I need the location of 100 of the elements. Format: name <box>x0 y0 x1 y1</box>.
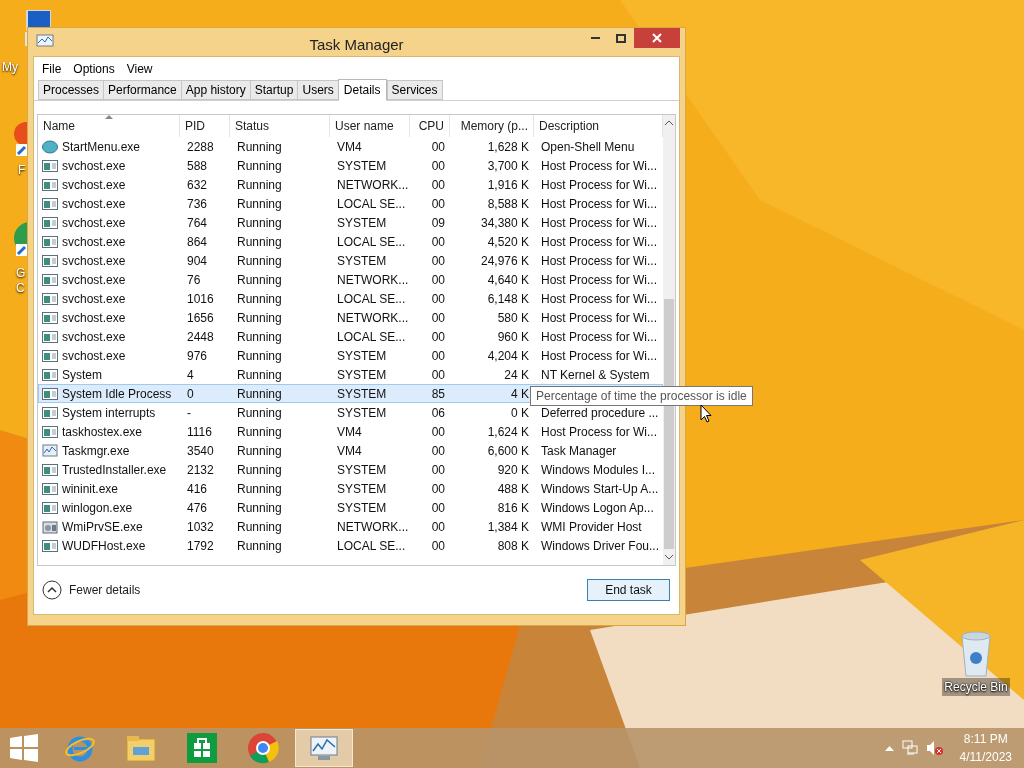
table-cell-text: 00 <box>431 196 445 213</box>
table-cell-text: 736 <box>187 196 208 213</box>
table-cell-text: Deferred procedure ... <box>541 405 659 422</box>
table-row[interactable]: svchost.exe 632 Running NETWORK... 00 1,916 K Host Process for Wi... <box>38 175 663 194</box>
tab[interactable]: Performance <box>103 80 182 100</box>
table-cell-text: Host Process for Wi... <box>541 215 658 232</box>
table-cell-text: SYSTEM <box>337 405 387 422</box>
table-cell-text: 764 <box>187 215 208 232</box>
table-cell-text: SYSTEM <box>337 462 387 479</box>
table-cell-text: 1,628 K <box>487 139 529 156</box>
tab[interactable]: Services <box>386 80 443 100</box>
tab[interactable]: Startup <box>249 80 299 100</box>
column-header[interactable]: User name <box>330 115 410 137</box>
chart-icon <box>36 34 54 50</box>
table-row[interactable]: svchost.exe 76 Running NETWORK... 00 4,640 K Host Process for Wi... <box>38 270 663 289</box>
table-cell-text: LOCAL SE... <box>337 329 406 346</box>
menu-item[interactable]: File <box>38 60 66 78</box>
table-row[interactable]: winlogon.exe 476 Running SYSTEM 00 816 K Windows Logon Ap... <box>38 498 663 517</box>
table-cell-text: Running <box>237 329 282 346</box>
table-cell-text: 808 K <box>497 538 529 555</box>
caret-up-icon[interactable] <box>884 745 894 751</box>
column-header[interactable]: PID <box>180 115 230 137</box>
table-cell-text: Running <box>237 386 282 403</box>
column-header[interactable]: Memory (p... <box>450 115 534 137</box>
table-cell-text: svchost.exe <box>62 272 126 289</box>
table-row[interactable]: svchost.exe 764 Running SYSTEM 09 34,380 K Host Process for Wi... <box>38 213 663 232</box>
table-cell-text: 06 <box>431 405 445 422</box>
table-row[interactable]: svchost.exe 976 Running SYSTEM 00 4,204 K Host Process for Wi... <box>38 346 663 365</box>
table-cell-text: 6,600 K <box>487 443 529 460</box>
table-cell-text: Running <box>237 538 282 555</box>
table-cell-text: svchost.exe <box>62 215 126 232</box>
tab[interactable]: App history <box>180 80 251 100</box>
table-cell-text: TrustedInstaller.exe <box>62 462 167 479</box>
table-cell-text: System Idle Process <box>62 386 172 403</box>
table-cell-text: VM4 <box>337 424 362 441</box>
table-cell-text: Running <box>237 139 282 156</box>
column-header[interactable]: Status <box>230 115 330 137</box>
table-row[interactable]: svchost.exe 1016 Running LOCAL SE... 00 6,148 K Host Process for Wi... <box>38 289 663 308</box>
tab[interactable]: Processes <box>38 80 105 100</box>
table-row[interactable]: System 4 Running SYSTEM 00 24 K NT Kernel & System <box>38 365 663 384</box>
table-row[interactable]: StartMenu.exe 2288 Running VM4 00 1,628 K Open-Shell Menu <box>38 137 663 156</box>
table-cell-text: 00 <box>431 291 445 308</box>
table-cell-text: svchost.exe <box>62 291 126 308</box>
end-task-button[interactable]: End task <box>587 579 670 601</box>
table-cell-text: 00 <box>431 519 445 536</box>
table-cell-text: VM4 <box>337 139 362 156</box>
table-cell-text: SYSTEM <box>337 158 387 175</box>
table-row[interactable]: svchost.exe 1656 Running NETWORK... 00 580 K Host Process for Wi... <box>38 308 663 327</box>
table-cell-text: Running <box>237 367 282 384</box>
table-cell-text: winlogon.exe <box>62 500 133 517</box>
table-row[interactable]: svchost.exe 588 Running SYSTEM 00 3,700 K Host Process for Wi... <box>38 156 663 175</box>
table-cell-text: Running <box>237 253 282 270</box>
table-cell-text: Host Process for Wi... <box>541 424 658 441</box>
tab[interactable]: Details <box>337 79 387 101</box>
table-cell-text: 4,204 K <box>487 348 529 365</box>
table-row[interactable]: WmiPrvSE.exe 1032 Running NETWORK... 00 1,384 K WMI Provider Host <box>38 517 663 536</box>
muted-speaker-icon[interactable] <box>925 740 944 756</box>
table-cell-text: 1,384 K <box>487 519 529 536</box>
table-row[interactable]: taskhostex.exe 1116 Running VM4 00 1,624 K Host Process for Wi... <box>38 422 663 441</box>
table-cell-text: 976 <box>187 348 208 365</box>
table-cell-text: 00 <box>431 158 445 175</box>
window-icon <box>42 368 58 382</box>
column-header[interactable]: CPU <box>410 115 450 137</box>
table-cell-text: 488 K <box>497 481 529 498</box>
table-row[interactable]: TrustedInstaller.exe 2132 Running SYSTEM 00 920 K Windows Modules I... <box>38 460 663 479</box>
table-cell-text: 904 <box>187 253 208 270</box>
table-row[interactable]: svchost.exe 904 Running SYSTEM 00 24,976 K Host Process for Wi... <box>38 251 663 270</box>
menu-item[interactable]: Options <box>69 60 119 78</box>
table-row[interactable]: Taskmgr.exe 3540 Running VM4 00 6,600 K Task Manager <box>38 441 663 460</box>
table-cell-text: 1,916 K <box>487 177 529 194</box>
menu-item[interactable]: View <box>122 60 157 78</box>
network-icon[interactable] <box>901 740 918 756</box>
scroll-up-icon[interactable] <box>665 120 673 125</box>
fewer-details-button[interactable]: Fewer details <box>42 580 141 600</box>
table-cell-text: Host Process for Wi... <box>541 291 658 308</box>
column-header[interactable]: Name <box>38 115 180 137</box>
table-row[interactable]: svchost.exe 2448 Running LOCAL SE... 00 960 K Host Process for Wi... <box>38 327 663 346</box>
table-cell-text: Taskmgr.exe <box>62 443 130 460</box>
table-row[interactable]: svchost.exe 736 Running LOCAL SE... 00 8,588 K Host Process for Wi... <box>38 194 663 213</box>
table-row[interactable]: svchost.exe 864 Running LOCAL SE... 00 4,520 K Host Process for Wi... <box>38 232 663 251</box>
table-cell-text: 00 <box>431 177 445 194</box>
tab[interactable]: Users <box>297 80 339 100</box>
table-cell-text: NETWORK... <box>337 310 409 327</box>
window-icon <box>42 216 58 230</box>
window-icon <box>42 425 58 439</box>
table-row[interactable]: wininit.exe 416 Running SYSTEM 00 488 K Windows Start-Up A... <box>38 479 663 498</box>
table-cell-text: Running <box>237 424 282 441</box>
close-button[interactable] <box>634 28 680 48</box>
table-cell-text: WMI Provider Host <box>541 519 642 536</box>
table-cell-text: Host Process for Wi... <box>541 310 658 327</box>
table-row[interactable]: WUDFHost.exe 1792 Running LOCAL SE... 00 808 K Windows Driver Fou... <box>38 536 663 555</box>
table-cell-text: 2132 <box>187 462 214 479</box>
table-cell-text: 8,588 K <box>487 196 529 213</box>
table-cell-text: Windows Driver Fou... <box>541 538 660 555</box>
table-cell-text: Host Process for Wi... <box>541 158 658 175</box>
table-row[interactable]: System interrupts - Running SYSTEM 06 0 K Deferred procedure ... <box>38 403 663 422</box>
table-cell-text: SYSTEM <box>337 215 387 232</box>
scroll-down-icon[interactable] <box>665 555 673 560</box>
taskbar-button[interactable] <box>295 729 353 767</box>
table-cell-text: svchost.exe <box>62 177 126 194</box>
